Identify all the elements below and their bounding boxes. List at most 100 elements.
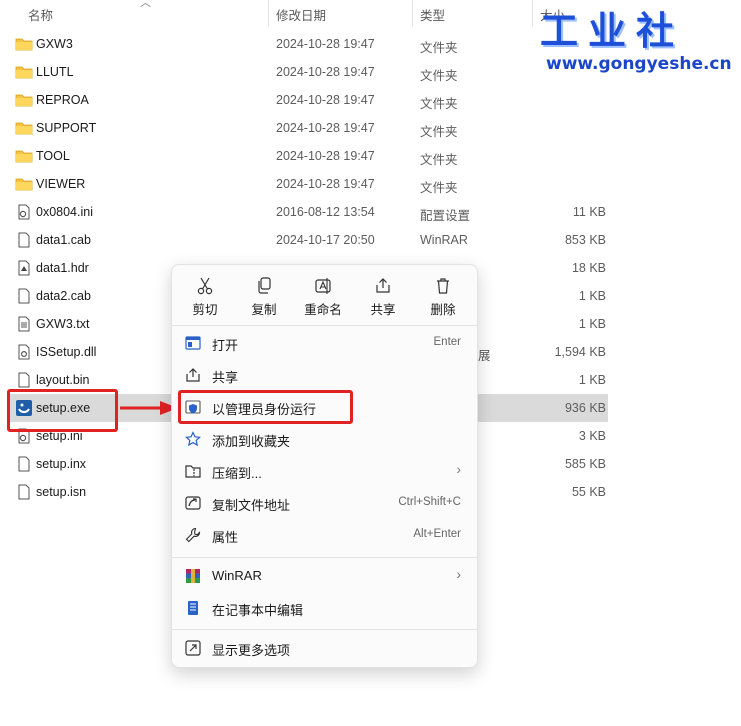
folder-row[interactable]: SUPPORT 2024-10-28 19:47 文件夹 xyxy=(8,114,608,142)
file-row[interactable]: data1.cab 2024-10-17 20:50 WinRAR 853 KB xyxy=(8,226,608,254)
settings-file-icon xyxy=(18,204,30,220)
menu-item-winrar[interactable]: WinRAR › xyxy=(172,560,477,592)
rename-label: 重命名 xyxy=(304,303,342,317)
file-name: setup.inx xyxy=(36,457,87,471)
folder-icon xyxy=(15,150,33,163)
dll-file-icon xyxy=(18,344,30,360)
rename-button[interactable]: 重命名 xyxy=(296,273,350,321)
highlight-box-run-as-admin xyxy=(178,390,353,424)
column-divider[interactable] xyxy=(532,0,533,26)
column-divider[interactable] xyxy=(268,0,269,26)
file-name: layout.bin xyxy=(36,373,90,387)
file-size: 936 KB xyxy=(564,401,606,415)
share-icon xyxy=(376,278,390,293)
folder-row[interactable]: VIEWER 2024-10-28 19:47 文件夹 xyxy=(8,170,608,198)
winrar-icon xyxy=(186,569,200,583)
file-name: 0x0804.ini xyxy=(36,205,93,219)
menu-item-more-options[interactable]: 显示更多选项 xyxy=(172,632,477,664)
folder-icon xyxy=(15,38,33,51)
watermark-title: 工业社 xyxy=(540,8,685,53)
menu-label: WinRAR xyxy=(212,568,262,583)
share-quick-button[interactable]: 共享 xyxy=(356,273,410,321)
folder-row[interactable]: REPROA 2024-10-28 19:47 文件夹 xyxy=(8,86,608,114)
file-size: 11 KB xyxy=(572,205,606,219)
copy-button[interactable]: 复制 xyxy=(237,273,291,321)
menu-item-open[interactable]: 打开 Enter xyxy=(172,327,477,359)
file-name: data1.cab xyxy=(36,233,91,247)
rename-icon xyxy=(315,278,331,294)
delete-button[interactable]: 删除 xyxy=(416,273,470,321)
file-name: TOOL xyxy=(36,149,70,163)
file-date: 2024-10-28 19:47 xyxy=(276,65,375,79)
menu-divider xyxy=(172,557,477,558)
file-type: 配置设置 xyxy=(420,209,471,223)
column-divider[interactable] xyxy=(412,0,413,26)
file-size: 1 KB xyxy=(578,317,606,331)
menu-label: 打开 xyxy=(212,338,239,353)
file-date: 2024-10-28 19:47 xyxy=(276,121,375,135)
file-size: 585 KB xyxy=(564,457,606,471)
file-type: 文件夹 xyxy=(420,69,458,83)
folder-icon xyxy=(15,122,33,135)
share-icon xyxy=(186,368,200,382)
menu-item-copy-path[interactable]: 复制文件地址 Ctrl+Shift+C xyxy=(172,487,477,519)
watermark-url: www.gongyeshe.cn xyxy=(546,54,732,74)
file-size: 1 KB xyxy=(578,289,606,303)
file-date: 2024-10-28 19:47 xyxy=(276,177,375,191)
menu-item-add-favorites[interactable]: 添加到收藏夹 xyxy=(172,423,477,455)
menu-label: 属性 xyxy=(212,530,239,545)
file-size: 3 KB xyxy=(578,429,606,443)
file-date: 2016-08-12 13:54 xyxy=(276,205,375,219)
cut-button[interactable]: 剪切 xyxy=(178,273,232,321)
file-name: setup.isn xyxy=(36,485,87,499)
folder-row[interactable]: LLUTL 2024-10-28 19:47 文件夹 xyxy=(8,58,608,86)
file-type: 文件夹 xyxy=(420,181,458,195)
menu-item-share[interactable]: 共享 xyxy=(172,359,477,391)
column-name[interactable]: 名称 xyxy=(28,5,53,24)
folder-icon xyxy=(15,94,33,107)
context-menu: 剪切 复制 重命名 共享 删除 打开 Enter 共享 以管理员身份运行 添加到… xyxy=(171,264,478,668)
file-date: 2024-10-28 19:47 xyxy=(276,37,375,51)
copy-icon xyxy=(258,277,271,294)
text-file-icon xyxy=(18,316,30,332)
file-size: 1,594 KB xyxy=(554,345,606,359)
scissors-icon xyxy=(197,277,213,295)
file-size: 55 KB xyxy=(571,485,606,499)
open-icon xyxy=(185,336,201,350)
chevron-right-icon: › xyxy=(456,461,461,477)
folder-icon xyxy=(15,66,33,79)
notepad-icon xyxy=(188,601,198,615)
chevron-right-icon: › xyxy=(456,566,461,582)
menu-item-properties[interactable]: 属性 Alt+Enter xyxy=(172,519,477,551)
column-type[interactable]: 类型 xyxy=(420,5,445,24)
copy-path-icon xyxy=(185,496,201,510)
file-name: GXW3 xyxy=(36,37,73,51)
file-row[interactable]: 0x0804.ini 2016-08-12 13:54 配置设置 11 KB xyxy=(8,198,608,226)
file-icon xyxy=(18,288,30,304)
file-icon xyxy=(18,484,30,500)
column-modified[interactable]: 修改日期 xyxy=(276,5,326,24)
menu-divider xyxy=(172,629,477,630)
file-type: WinRAR xyxy=(420,233,468,247)
folder-row[interactable]: GXW3 2024-10-28 19:47 文件夹 xyxy=(8,30,608,58)
menu-shortcut: Alt+Enter xyxy=(413,528,461,540)
menu-divider xyxy=(172,325,477,326)
file-name: LLUTL xyxy=(36,65,74,79)
file-size: 1 KB xyxy=(578,373,606,387)
highlight-box-setup-exe xyxy=(7,389,118,432)
menu-label: 压缩到... xyxy=(212,466,262,481)
menu-shortcut: Ctrl+Shift+C xyxy=(398,496,461,508)
file-type: 文件夹 xyxy=(420,125,458,139)
more-options-icon xyxy=(185,640,201,656)
sort-up-icon: ︿ xyxy=(140,0,151,9)
menu-item-edit-notepad[interactable]: 在记事本中编辑 xyxy=(172,592,477,624)
file-name: VIEWER xyxy=(36,177,86,191)
cut-label: 剪切 xyxy=(192,303,218,317)
menu-item-compress[interactable]: 压缩到... › xyxy=(172,455,477,487)
folder-row[interactable]: TOOL 2024-10-28 19:47 文件夹 xyxy=(8,142,608,170)
wrench-icon xyxy=(185,527,201,543)
file-type: 文件夹 xyxy=(420,97,458,111)
file-size: 18 KB xyxy=(571,261,606,275)
file-icon xyxy=(18,456,30,472)
file-name: ISSetup.dll xyxy=(36,345,97,359)
